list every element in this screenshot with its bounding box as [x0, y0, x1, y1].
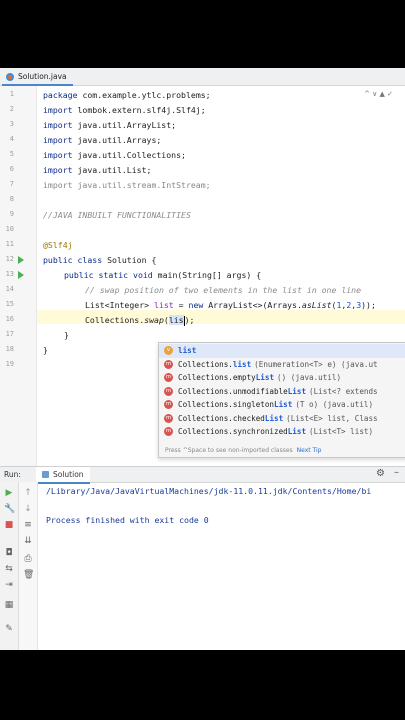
next-tip-link[interactable]: Next Tip [297, 447, 322, 454]
code-line: public static void main(String[] args) { [64, 270, 262, 280]
ide-window: Solution.java ^ ∨ ▲ ✓ 1 2 3 4 5 6 7 8 9 … [0, 68, 405, 650]
method-icon: m [164, 373, 173, 383]
code-line: } [64, 330, 69, 340]
line-number: 4 [9, 135, 14, 143]
console-toolbar: ↑ ↓ ≡ ⇊ ⎙ 🗑 [19, 482, 38, 650]
completion-item[interactable]: m Collections.unmodifiable List (List<? ex… [159, 385, 405, 399]
line-number: 1 [9, 90, 14, 98]
exit-icon[interactable]: ⇥ [4, 580, 14, 590]
code-annotation: @Slf4j [43, 240, 73, 250]
down-arrow-icon[interactable]: ↓ [23, 504, 33, 514]
run-tab-solution[interactable]: Solution [36, 467, 90, 484]
run-main-icon[interactable] [18, 271, 24, 279]
run-toolwindow-header: Run: Solution ⚙ – [0, 466, 405, 484]
stop-icon[interactable]: ■ [4, 520, 14, 530]
line-number: 6 [9, 165, 14, 173]
console-exit-message: Process finished with exit code 0 [46, 515, 209, 525]
inspection-widget[interactable]: ^ ∨ ▲ ✓ [364, 90, 393, 98]
editor-tab-label: Solution.java [18, 72, 67, 81]
editor-tab-solution[interactable]: Solution.java [2, 69, 73, 86]
print-icon[interactable]: ⎙ [23, 554, 33, 564]
code-line: public class Solution { [43, 255, 157, 265]
completion-item[interactable]: m Collections.singleton List (T o) (java.u… [159, 398, 405, 412]
method-icon: m [164, 386, 173, 396]
console-command-line: /Library/Java/JavaVirtualMachines/jdk-11… [46, 486, 372, 496]
line-number: 9 [9, 210, 14, 218]
code-line: import java.util.Collections; [43, 150, 186, 160]
line-number: 19 [5, 360, 14, 368]
code-line-active[interactable]: Collections.swap(lis); [85, 315, 194, 326]
completion-item[interactable]: m Collections.empty List() (java.util) [159, 371, 405, 385]
hide-icon[interactable]: – [394, 467, 399, 478]
up-arrow-icon[interactable]: ↑ [23, 488, 33, 498]
line-number: 5 [9, 150, 14, 158]
line-number: 16 [5, 315, 14, 323]
soft-wrap-icon[interactable]: ≡ [23, 520, 33, 530]
wrench-icon[interactable]: 🔧 [4, 504, 15, 514]
line-number: 10 [5, 225, 14, 233]
line-number: 12 [5, 255, 14, 263]
completion-footer: Press ^Space to see non-imported classes… [165, 447, 322, 454]
completion-item[interactable]: m Collections.synchronized List (List<T> l… [159, 425, 405, 439]
line-number: 17 [5, 330, 14, 338]
completion-item[interactable]: m Collections. list (Enumeration<T> e) (ja… [159, 358, 405, 372]
scroll-to-end-icon[interactable]: ⇊ [23, 536, 33, 546]
line-number: 2 [9, 105, 14, 113]
method-icon: m [164, 427, 173, 437]
code-line: import lombok.extern.slf4j.Slf4j; [43, 105, 206, 115]
line-number: 18 [5, 345, 14, 353]
rerun-icon[interactable]: ▶ [4, 488, 14, 498]
line-number: 15 [5, 300, 14, 308]
trash-icon[interactable]: 🗑 [23, 570, 34, 580]
completion-item[interactable]: m Collections.checked List (List<E> list, … [159, 412, 405, 426]
line-number: 11 [5, 240, 14, 248]
code-line: package com.example.ytlc.problems; [43, 90, 211, 100]
restore-layout-icon[interactable]: ⇆ [4, 564, 14, 574]
gear-icon[interactable]: ⚙ [376, 468, 385, 479]
method-icon: m [164, 400, 173, 410]
code-line-unused-import: import java.util.stream.IntStream; [43, 180, 211, 190]
layout-icon[interactable]: ▦ [4, 600, 14, 610]
line-number: 13 [5, 270, 14, 278]
pin-icon[interactable]: ✎ [4, 624, 14, 634]
code-line: List<Integer> list = new ArrayList<>(Arr… [85, 300, 376, 310]
code-line: import java.util.ArrayList; [43, 120, 177, 130]
completion-item[interactable]: v list [159, 344, 405, 358]
code-editor[interactable]: ^ ∨ ▲ ✓ 1 2 3 4 5 6 7 8 9 10 11 12 13 14… [0, 86, 405, 466]
run-toolbar: ▶ 🔧 ■ ◘ ⇆ ⇥ ▦ ✎ [0, 482, 19, 650]
line-number: 14 [5, 285, 14, 293]
code-line: import java.util.List; [43, 165, 152, 175]
method-icon: m [164, 359, 173, 369]
camera-icon[interactable]: ◘ [4, 548, 14, 558]
code-completion-popup[interactable]: v list m Collections. list (Enumeration<T>… [158, 342, 405, 458]
editor-tab-bar: Solution.java [0, 68, 405, 86]
run-label: Run: [4, 470, 21, 479]
java-file-icon [6, 72, 14, 81]
run-config-icon [42, 471, 49, 478]
code-comment: //JAVA INBUILT FUNCTIONALITIES [43, 210, 191, 220]
variable-icon: v [164, 346, 173, 356]
method-icon: m [164, 413, 173, 423]
code-line: import java.util.Arrays; [43, 135, 162, 145]
code-comment: // swap position of two elements in the … [85, 285, 362, 295]
line-number: 8 [9, 195, 14, 203]
line-number: 7 [9, 180, 14, 188]
run-class-icon[interactable] [18, 256, 24, 264]
line-number: 3 [9, 120, 14, 128]
code-line: } [43, 345, 48, 355]
